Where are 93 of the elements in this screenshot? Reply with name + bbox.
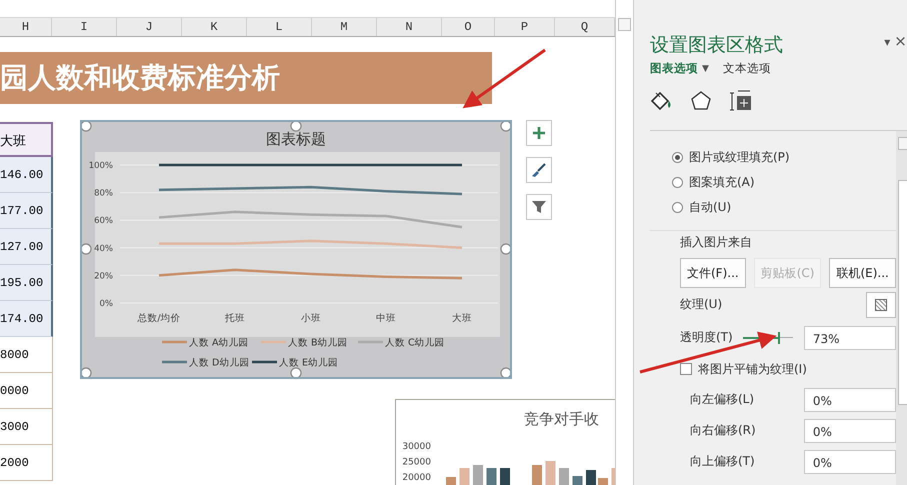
filter-icon	[531, 199, 547, 215]
resize-handle[interactable]	[290, 120, 302, 132]
size-properties-icon[interactable]	[730, 90, 752, 112]
texture-dropdown[interactable]	[866, 292, 896, 318]
axis-label: 40%	[94, 244, 113, 254]
axis-label: 小班	[301, 313, 321, 324]
column-header[interactable]: O	[442, 18, 495, 36]
resize-handle[interactable]	[290, 367, 302, 379]
table-cell: 8000	[0, 337, 53, 373]
resize-handle[interactable]	[500, 367, 512, 379]
axis-label: 80%	[94, 188, 113, 199]
panel-title: 设置图表区格式	[650, 33, 783, 58]
field-label: 向左偏移(L)	[690, 391, 754, 408]
radio-label[interactable]: 自动(U)	[689, 199, 732, 216]
line-chart[interactable]: 图表标题 0% 20% 40% 60% 80% 100% 总数/均价 托班 小班 中班 大班 人数 A幼儿园 人数 B幼儿园 人数 C幼儿园 人数 D幼儿园 人数 E幼儿园	[80, 120, 512, 379]
chart-title: 竞争对手收	[524, 410, 599, 428]
slider-thumb[interactable]	[778, 332, 780, 344]
input-field[interactable]: 73%	[804, 326, 896, 350]
chart-title: 图表标题	[266, 130, 326, 148]
axis-label: 0%	[100, 299, 113, 309]
texture-swatch-icon	[874, 298, 887, 310]
axis-label: 60%	[94, 216, 113, 226]
column-header[interactable]: J	[117, 18, 182, 36]
legend-label: 人数 A幼儿园	[189, 338, 249, 348]
close-button[interactable]: ×	[894, 32, 907, 58]
resize-handle[interactable]	[500, 243, 512, 255]
column-header[interactable]: P	[495, 18, 555, 36]
input-field[interactable]: 0%	[804, 388, 896, 412]
column-header[interactable]: K	[182, 18, 247, 36]
table-cell: 146.00	[0, 157, 53, 193]
column-header[interactable]: H	[0, 18, 52, 36]
column-header[interactable]: M	[312, 18, 377, 36]
filter-button[interactable]	[526, 194, 552, 220]
table-cell: 177.00	[0, 193, 53, 229]
legend-label: 人数 B幼儿园	[288, 338, 348, 348]
tab[interactable]: 图表选项	[650, 61, 698, 76]
table-cell: 大班	[0, 122, 53, 157]
legend-label: 人数 E幼儿园	[279, 358, 338, 368]
radio-button[interactable]	[672, 202, 683, 213]
axis-label: 30000	[402, 442, 431, 452]
brush-icon	[531, 162, 547, 178]
input-field[interactable]: 0%	[804, 418, 896, 442]
table-cell: 3000	[0, 409, 53, 445]
axis-label: 20000	[402, 473, 431, 483]
field-label: 纹理(U)	[680, 296, 722, 313]
table-cell: 0000	[0, 373, 53, 409]
radio-label[interactable]: 图片或纹理填充(P)	[689, 149, 790, 166]
insert-button[interactable]: 联机(E)...	[829, 258, 896, 288]
resize-handle[interactable]	[80, 120, 92, 132]
field-label: 透明度(T)	[680, 329, 733, 346]
title-banner: 园人数和收费标准分析	[0, 52, 492, 104]
input-field[interactable]: 0%	[804, 450, 896, 474]
radio-button[interactable]	[672, 177, 683, 188]
menu-button[interactable]: ▾	[884, 32, 890, 58]
table-cell: 174.00	[0, 301, 53, 337]
legend-label: 人数 D幼儿园	[189, 358, 250, 368]
legend-swatch	[162, 340, 187, 344]
brush-button[interactable]	[526, 157, 552, 183]
scrollbar-thumb[interactable]	[898, 180, 907, 405]
legend-swatch	[162, 360, 187, 364]
table-cell: 195.00	[0, 265, 53, 301]
caret-icon[interactable]: ▼	[702, 64, 709, 74]
pentagon-icon[interactable]	[690, 90, 712, 112]
axis-label: 100%	[88, 161, 113, 171]
column-header[interactable]: L	[247, 18, 312, 36]
checkbox-label[interactable]: 将图片平铺为纹理(I)	[698, 360, 807, 378]
axis-label: 中班	[376, 313, 396, 324]
legend-swatch	[261, 340, 286, 344]
section-label: 插入图片来自	[650, 230, 896, 251]
field-label: 向右偏移(R)	[690, 422, 756, 439]
field-label: 向上偏移(T)	[690, 453, 755, 470]
resize-handle[interactable]	[80, 243, 92, 255]
legend-label: 人数 C幼儿园	[385, 338, 445, 348]
axis-label: 总数/均价	[137, 313, 181, 324]
resize-handle[interactable]	[80, 367, 92, 379]
radio-label[interactable]: 图案填充(A)	[689, 174, 755, 191]
plus-icon	[532, 126, 546, 140]
axis-label: 大班	[452, 313, 472, 324]
radio-button[interactable]	[672, 152, 683, 163]
insert-button[interactable]: 文件(F)...	[680, 258, 746, 288]
tab[interactable]: 文本选项	[722, 61, 771, 76]
chart-area[interactable]: 竞争对手收 30000 25000 20000	[395, 399, 615, 485]
resize-handle[interactable]	[500, 120, 512, 132]
axis-label: 25000	[402, 458, 431, 468]
add-element-button[interactable]	[526, 120, 552, 146]
table-cell: 127.00	[0, 229, 53, 265]
axis-label: 20%	[94, 271, 113, 282]
column-header[interactable]: I	[52, 18, 117, 36]
checkbox[interactable]	[680, 363, 692, 375]
legend-swatch	[252, 360, 277, 364]
axis-label: 托班	[225, 313, 245, 324]
table-cell: 2000	[0, 445, 53, 481]
column-header[interactable]: N	[377, 18, 442, 36]
